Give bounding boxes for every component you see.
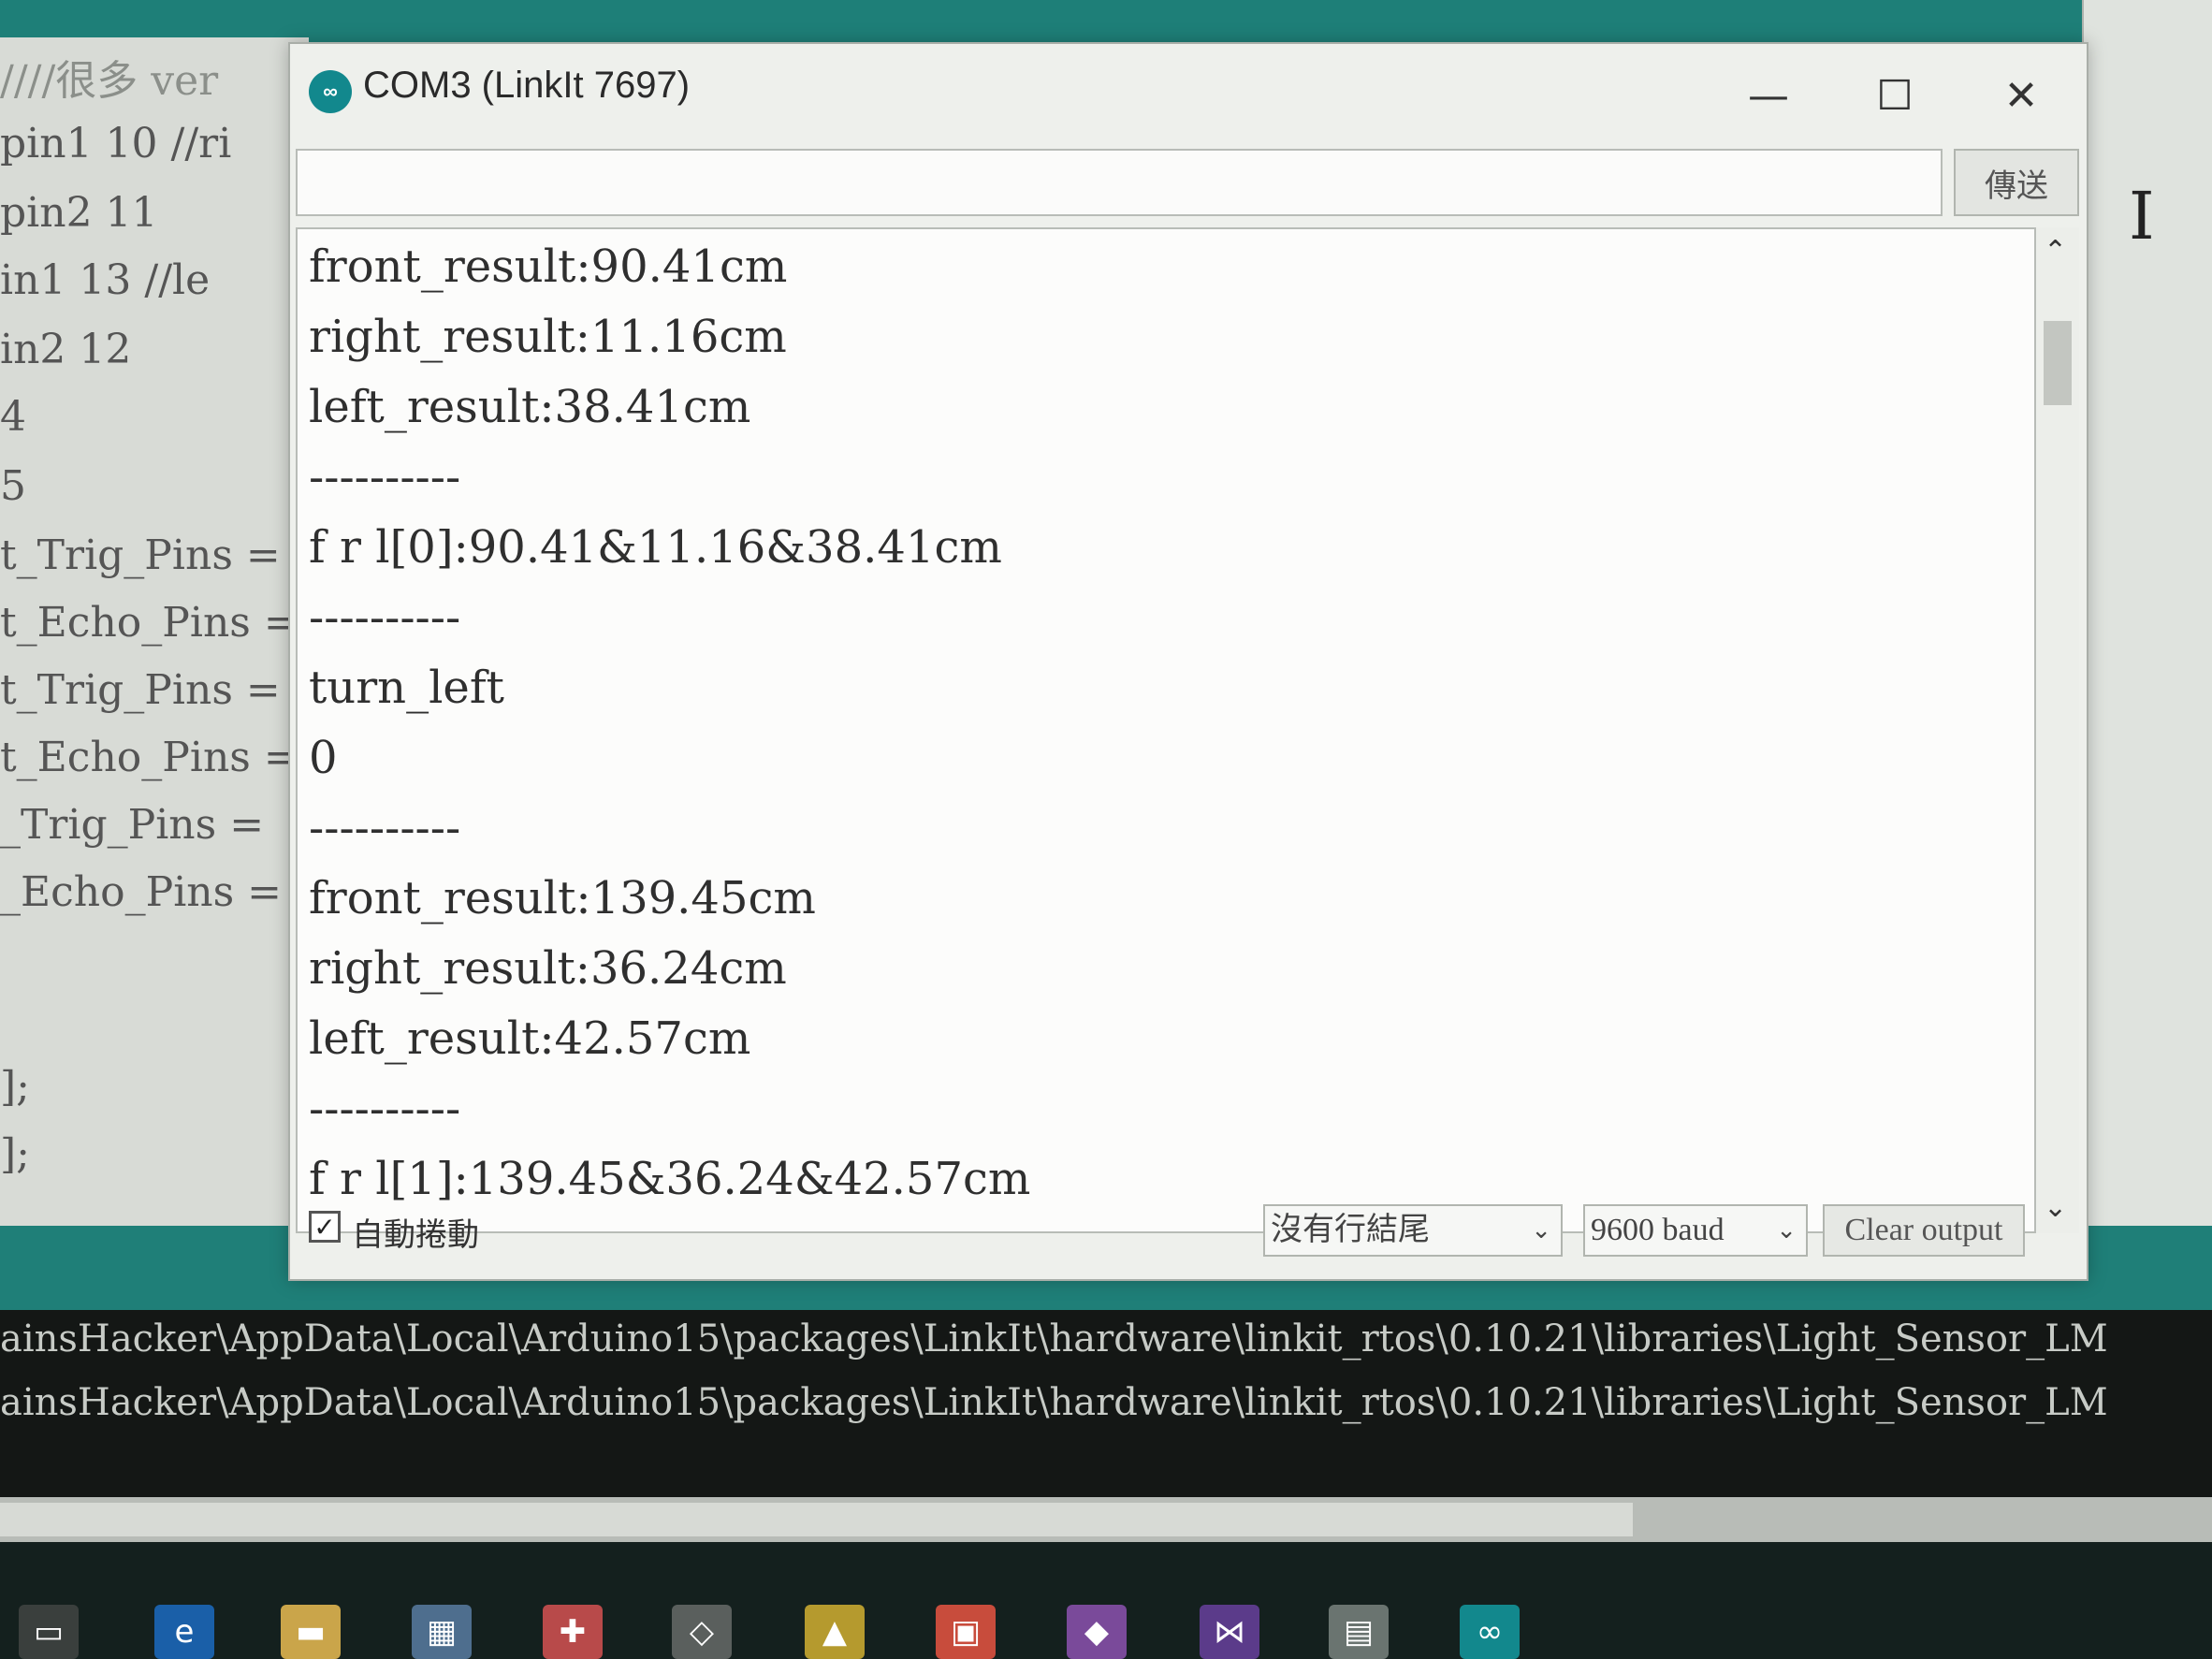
code-line: _Echo_Pins = bbox=[0, 868, 283, 916]
task-view-icon[interactable]: ▭ bbox=[19, 1605, 79, 1659]
output-line: ---------- bbox=[309, 591, 461, 644]
serial-output[interactable]: front_result:90.41cm right_result:11.16c… bbox=[296, 227, 2036, 1233]
arduino-icon[interactable]: ∞ bbox=[1460, 1605, 1520, 1659]
code-line: pin2 11 bbox=[0, 189, 158, 237]
code-line: ]; bbox=[0, 1063, 30, 1111]
code-line: t_Echo_Pins = bbox=[0, 599, 298, 647]
console-line: ainsHacker\AppData\Local\Arduino15\packa… bbox=[0, 1317, 2108, 1361]
output-line: ---------- bbox=[309, 451, 461, 503]
output-vertical-scrollbar[interactable]: ⌃ ⌄ bbox=[2036, 227, 2079, 1233]
scrollbar-thumb[interactable] bbox=[2044, 321, 2072, 405]
autoscroll-checkbox[interactable]: ✓ bbox=[309, 1211, 341, 1243]
close-button[interactable]: ✕ bbox=[1974, 63, 2068, 128]
console-line: ainsHacker\AppData\Local\Arduino15\packa… bbox=[0, 1381, 2108, 1424]
chevron-down-icon: ⌄ bbox=[1531, 1216, 1551, 1244]
output-line: ---------- bbox=[309, 1083, 461, 1135]
output-line: f r l[1]:139.45&36.24&42.57cm bbox=[309, 1153, 1031, 1205]
app-icon[interactable]: ▣ bbox=[936, 1605, 996, 1659]
autoscroll-label: 自動捲動 bbox=[352, 1217, 479, 1253]
output-line: front_result:139.45cm bbox=[309, 872, 816, 924]
line-ending-select[interactable]: 沒有行結尾 ⌄ bbox=[1263, 1204, 1563, 1257]
minimize-button[interactable]: — bbox=[1722, 63, 1815, 128]
tool-icon[interactable]: ▲ bbox=[805, 1605, 865, 1659]
arduino-app-icon: ∞ bbox=[309, 70, 352, 113]
clear-output-button[interactable]: Clear output bbox=[1823, 1204, 2025, 1257]
send-input[interactable] bbox=[296, 149, 1943, 216]
code-line: ]; bbox=[0, 1130, 30, 1178]
visual-studio-icon[interactable]: ⋈ bbox=[1200, 1605, 1259, 1659]
ide-code-editor[interactable]: ////很多 ver pin1 10 //ri pin2 11 in1 13 /… bbox=[0, 37, 309, 1235]
window-title: COM3 (LinkIt 7697) bbox=[363, 65, 691, 106]
image-icon[interactable]: ▤ bbox=[1329, 1605, 1389, 1659]
file-explorer-icon[interactable]: ▬ bbox=[281, 1605, 341, 1659]
baud-rate-select[interactable]: 9600 baud ⌄ bbox=[1583, 1204, 1808, 1257]
output-line: left_result:42.57cm bbox=[309, 1012, 751, 1065]
chevron-down-icon: ⌄ bbox=[1776, 1216, 1797, 1244]
scroll-down-icon[interactable]: ⌄ bbox=[2044, 1191, 2067, 1224]
code-line: t_Trig_Pins = bbox=[0, 531, 281, 579]
output-line: f r l[0]:90.41&11.16&38.41cm bbox=[309, 521, 1002, 574]
output-line: front_result:90.41cm bbox=[309, 240, 788, 293]
output-line: turn_left bbox=[309, 662, 504, 714]
ide-console: ainsHacker\AppData\Local\Arduino15\packa… bbox=[0, 1310, 2212, 1497]
gift-icon[interactable]: ✚ bbox=[543, 1605, 603, 1659]
code-line: _Trig_Pins = bbox=[0, 801, 265, 849]
title-bar[interactable]: ∞ COM3 (LinkIt 7697) — ☐ ✕ bbox=[290, 44, 2087, 138]
code-line: in1 13 //le bbox=[0, 256, 211, 304]
edge-icon[interactable]: e bbox=[154, 1605, 214, 1659]
store-icon[interactable]: ▦ bbox=[412, 1605, 472, 1659]
maximize-button[interactable]: ☐ bbox=[1848, 63, 1942, 128]
code-line: 4 bbox=[0, 393, 26, 441]
box-icon[interactable]: ◇ bbox=[672, 1605, 732, 1659]
baud-rate-value: 9600 baud bbox=[1591, 1213, 1724, 1247]
code-line: ////很多 ver bbox=[0, 57, 219, 105]
code-line: 5 bbox=[0, 462, 26, 510]
scroll-up-icon[interactable]: ⌃ bbox=[2044, 235, 2067, 268]
output-line: right_result:36.24cm bbox=[309, 942, 787, 995]
line-ending-value: 沒有行結尾 bbox=[1271, 1213, 1430, 1247]
text-cursor-icon: I bbox=[2129, 178, 2155, 255]
code-line: pin1 10 //ri bbox=[0, 120, 232, 167]
code-line: t_Echo_Pins = bbox=[0, 734, 298, 781]
photo-icon[interactable]: ◆ bbox=[1067, 1605, 1127, 1659]
code-line: t_Trig_Pins = bbox=[0, 666, 281, 714]
send-button[interactable]: 傳送 bbox=[1954, 149, 2079, 216]
scrollbar-thumb[interactable] bbox=[0, 1503, 1633, 1536]
code-line: in2 12 bbox=[0, 326, 132, 373]
console-horizontal-scrollbar[interactable] bbox=[0, 1497, 2212, 1542]
output-line: ---------- bbox=[309, 802, 461, 854]
output-line: 0 bbox=[309, 732, 338, 784]
serial-monitor-window: ∞ COM3 (LinkIt 7697) — ☐ ✕ 傳送 front_resu… bbox=[288, 42, 2088, 1281]
ide-editor-right-area: I bbox=[2082, 0, 2212, 1226]
output-line: right_result:11.16cm bbox=[309, 311, 787, 363]
output-line: left_result:38.41cm bbox=[309, 381, 751, 433]
